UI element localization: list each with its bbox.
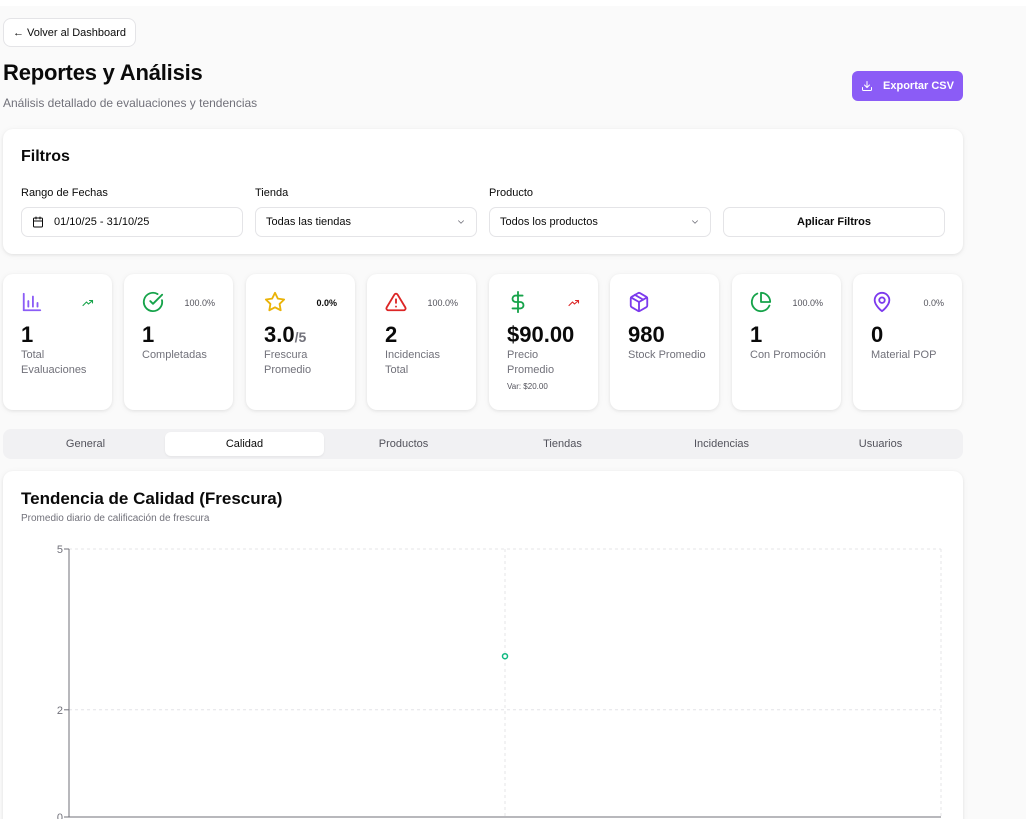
filters-card: Filtros Rango de Fechas 01/10/25 - 31/10… [3,129,963,254]
export-csv-button[interactable]: Exportar CSV [852,71,963,101]
dollar-icon [511,291,525,313]
kpi-card-material-pop: 0.0% 0 Material POP [853,274,962,410]
export-csv-label: Exportar CSV [883,80,954,92]
calendar-icon [33,216,43,228]
kpi-label: Incidencias Total [385,349,441,376]
quality-trend-chart: 5 2 0 [57,544,942,819]
page-subtitle: Análisis detallado de evaluaciones y ten… [3,96,258,110]
back-to-dashboard-button[interactable]: ← Volver al Dashboard [3,18,136,47]
store-label: Tienda [255,187,289,199]
tab-incidencias[interactable]: Incidencias [642,432,801,456]
chevron-down-icon [692,220,698,224]
kpi-label: Completadas [142,349,207,361]
report-tabs: General Calidad Productos Tiendas Incide… [3,429,963,459]
kpi-label: Material POP [871,349,937,361]
kpi-label: Precio Promedio [507,349,555,376]
kpi-card-precio: $90.00 Precio Promedio Var: $20.00 [489,274,598,410]
map-pin-icon [873,291,891,313]
kpi-card-incidencias: 100.0% 2 Incidencias Total [367,274,476,410]
kpi-value: $90.00 [507,322,575,347]
kpi-badge: 100.0% [792,298,823,308]
date-range-value: 01/10/25 - 31/10/25 [54,216,150,228]
kpi-value: 1 [750,322,763,347]
y-tick-label: 0 [57,812,63,819]
page-title: Reportes y Análisis [3,60,203,85]
kpi-value: 3.0/5 [264,322,306,348]
kpi-card-promocion: 100.0% 1 Con Promoción [732,274,841,410]
kpi-badge: 0.0% [923,298,944,308]
check-circle-icon [142,291,164,312]
star-icon [264,291,286,312]
alert-triangle-icon [385,292,407,312]
date-range-picker[interactable]: 01/10/25 - 31/10/25 [21,207,243,237]
y-tick-label: 5 [57,544,63,556]
date-range-label: Rango de Fechas [21,187,108,199]
product-select-value: Todos los productos [500,216,598,228]
apply-filters-button[interactable]: Aplicar Filtros [723,207,945,237]
product-label: Producto [489,187,534,199]
tab-tiendas[interactable]: Tiendas [483,432,642,456]
kpi-value-number: 3.0 [264,322,295,347]
kpi-value: 1 [21,322,34,347]
store-select[interactable]: Todas las tiendas [255,207,477,237]
tab-productos[interactable]: Productos [324,432,483,456]
top-strip [0,0,1026,6]
kpi-card-frescura: 0.0% 3.0/5 Frescura Promedio [246,274,355,410]
product-select[interactable]: Todos los productos [489,207,711,237]
kpi-card-completadas: 100.0% 1 Completadas [124,274,233,410]
y-tick-label: 2 [57,705,63,717]
kpi-label: Stock Promedio [628,349,706,361]
data-point [501,652,509,660]
kpi-card-total-evaluaciones: 1 Total Evaluaciones [3,274,112,410]
box-icon [629,291,649,313]
kpi-value: 1 [142,322,155,347]
kpi-card-stock: 980 Stock Promedio [610,274,719,410]
kpi-badge: 0.0% [316,298,337,308]
kpi-value: 0 [871,322,884,347]
kpi-value: 2 [385,322,398,347]
bar-chart-icon [22,292,42,312]
kpi-value: 980 [628,322,665,347]
filters-title: Filtros [21,148,70,165]
download-icon [862,81,873,91]
kpi-sub: Var: $20.00 [507,382,548,391]
trending-up-icon [568,299,580,307]
quality-trend-card: Tendencia de Calidad (Frescura) Promedio… [3,471,963,819]
pie-chart-icon [750,291,772,312]
store-select-value: Todas las tiendas [266,216,351,228]
kpi-label: Frescura Promedio [264,349,312,376]
kpi-value-suffix: /5 [294,329,307,345]
trending-up-icon [82,299,94,307]
tab-calidad[interactable]: Calidad [165,432,324,456]
kpi-badge: 100.0% [184,298,215,308]
kpi-badge: 100.0% [427,298,458,308]
kpi-label: Total Evaluaciones [21,349,87,376]
kpi-label: Con Promoción [750,349,826,361]
tab-usuarios[interactable]: Usuarios [801,432,960,456]
chevron-down-icon [458,220,464,224]
tab-general[interactable]: General [6,432,165,456]
